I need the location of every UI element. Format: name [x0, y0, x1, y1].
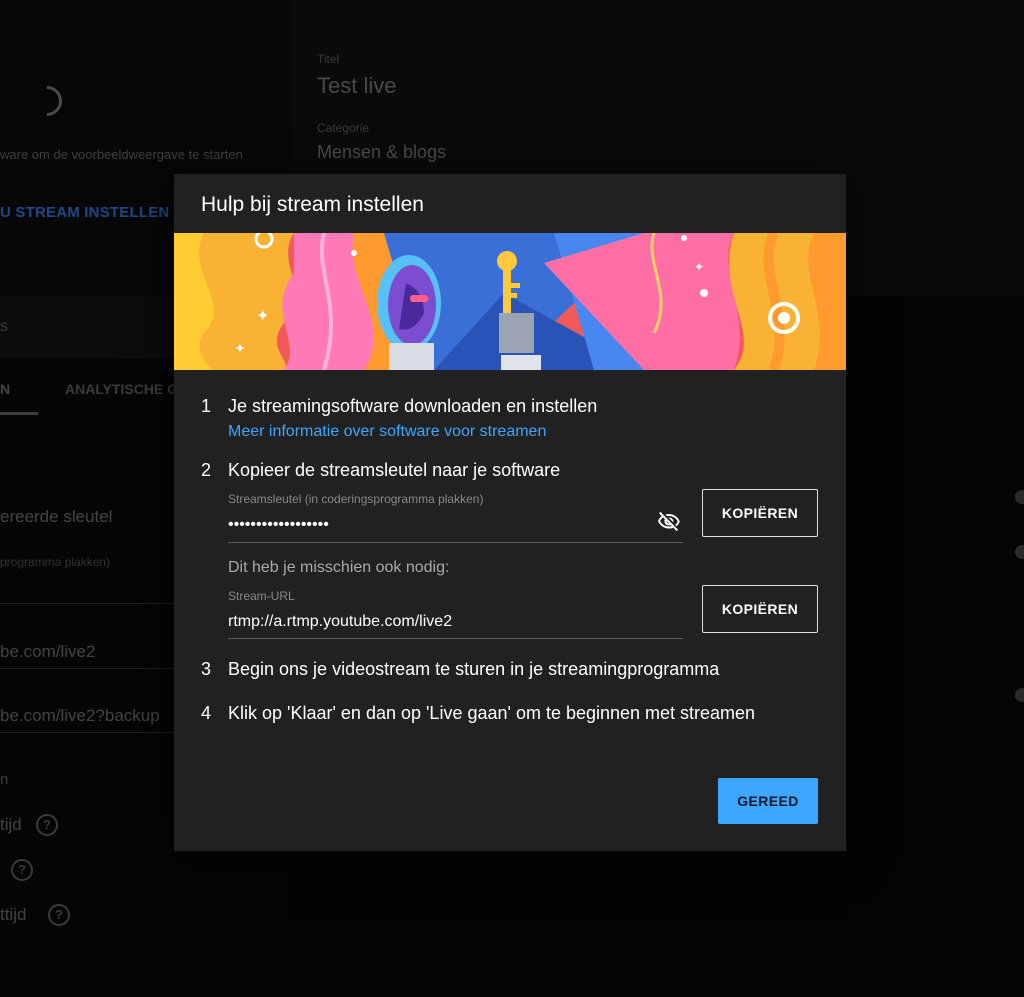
- preview-hint: ware om de voorbeeldweergave te starten: [0, 147, 243, 162]
- step-title: Kopieer de streamsleutel naar je softwar…: [228, 460, 561, 480]
- stream-key-hint: programma plakken): [0, 555, 111, 569]
- field-underline: [228, 542, 683, 543]
- toggle-knob[interactable]: [1015, 490, 1024, 504]
- stream-setup-dialog: Hulp bij stream instellen ✦ ✦ ✦ 1 Je str…: [174, 174, 846, 851]
- step-number: 3: [201, 659, 212, 679]
- copy-stream-url-button[interactable]: KOPIËREN: [702, 585, 818, 633]
- svg-text:✦: ✦: [234, 341, 246, 357]
- dialog-title: Hulp bij stream instellen: [201, 193, 424, 216]
- backup-url-field[interactable]: be.com/live2?backup: [0, 706, 160, 726]
- stream-setup-link[interactable]: U STREAM INSTELLEN: [0, 204, 169, 221]
- help-icon[interactable]: ?: [36, 814, 58, 836]
- extra-info-hint: Dit heb je misschien ook nodig:: [228, 559, 450, 576]
- title-label: Titel: [317, 52, 340, 66]
- setup-illustration: ✦ ✦ ✦: [174, 233, 846, 370]
- step-title: Begin ons je videostream te sturen in je…: [228, 659, 720, 679]
- svg-text:✦: ✦: [256, 306, 269, 325]
- stream-url-field[interactable]: be.com/live2: [0, 642, 95, 662]
- stream-key-input[interactable]: ••••••••••••••••••: [228, 516, 329, 534]
- tab-analytics[interactable]: ANALYTISCHE G: [65, 381, 178, 397]
- stream-key-label: Streamsleutel (in coderingsprogramma pla…: [228, 492, 484, 506]
- tab-stream-settings[interactable]: N: [0, 381, 10, 397]
- step-number: 4: [201, 703, 212, 723]
- settings-subheading: n: [0, 771, 9, 788]
- step-title: Klik op 'Klaar' en dan op 'Live gaan' om…: [228, 703, 756, 723]
- option-label: ttijd: [0, 905, 27, 924]
- stream-key-select[interactable]: ereerde sleutel: [0, 507, 112, 527]
- category-value: Mensen & blogs: [317, 142, 447, 162]
- software-info-link[interactable]: Meer informatie over software voor strea…: [228, 423, 546, 441]
- done-button[interactable]: GEREED: [718, 778, 818, 824]
- step-number: 2: [201, 460, 212, 480]
- toggle-knob[interactable]: [1015, 545, 1024, 559]
- svg-text:✦: ✦: [694, 260, 704, 274]
- field-underline: [228, 638, 683, 639]
- toggle-knob[interactable]: [1015, 688, 1024, 702]
- help-icon[interactable]: ?: [48, 904, 70, 926]
- studio-page: ware om de voorbeeldweergave te starten …: [0, 0, 1024, 997]
- help-icon[interactable]: ?: [11, 859, 33, 881]
- category-label: Categorie: [317, 121, 370, 135]
- stream-url-input[interactable]: rtmp://a.rtmp.youtube.com/live2: [228, 613, 452, 631]
- option-label: tijd: [0, 815, 22, 834]
- visibility-off-icon[interactable]: [657, 510, 681, 534]
- banner-illustration: ✦ ✦ ✦: [174, 233, 846, 370]
- stream-url-label: Stream-URL: [228, 589, 295, 603]
- step-number: 1: [201, 396, 212, 416]
- step-title: Je streamingsoftware downloaden en inste…: [228, 396, 598, 416]
- title-value: Test live: [317, 73, 397, 98]
- active-tab-indicator: [0, 412, 38, 415]
- copy-stream-key-button[interactable]: KOPIËREN: [702, 489, 818, 537]
- section-title: s: [0, 318, 8, 335]
